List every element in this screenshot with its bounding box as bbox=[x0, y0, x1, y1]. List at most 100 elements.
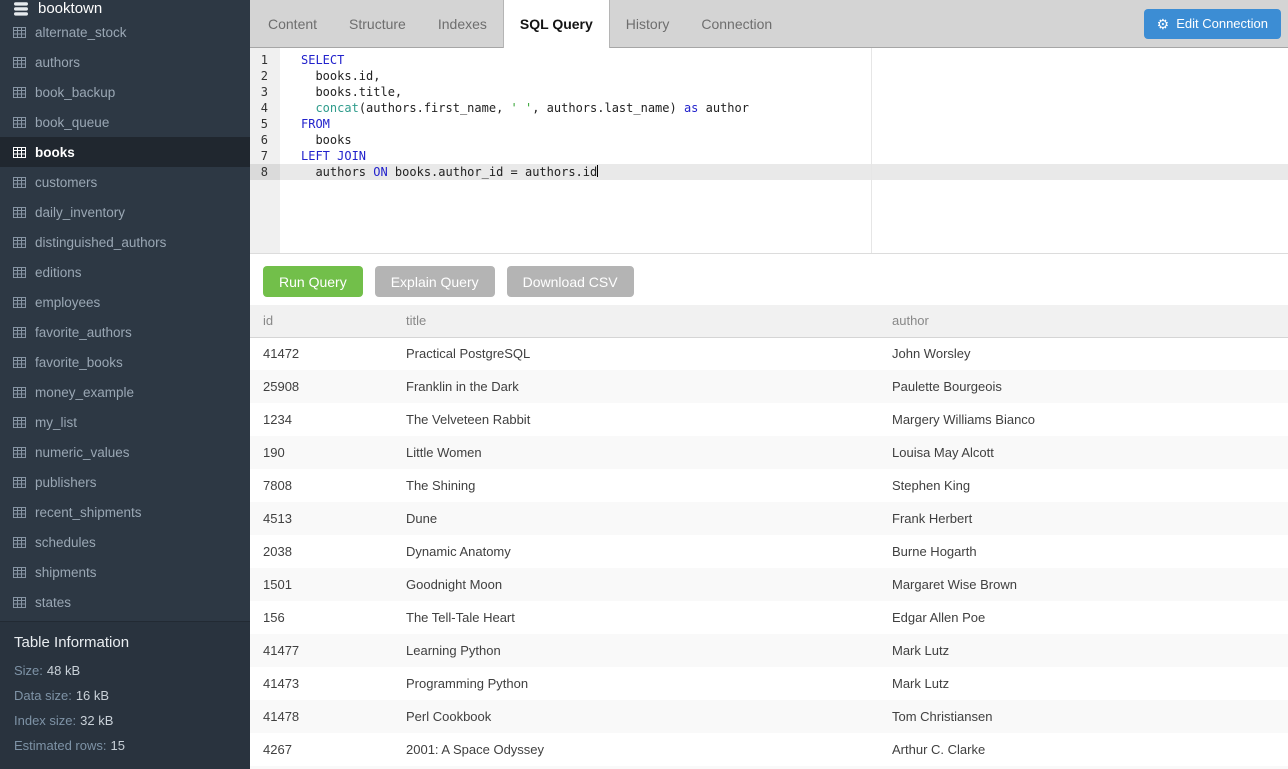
table-name: editions bbox=[35, 265, 82, 280]
table-row[interactable]: 41472Practical PostgreSQLJohn Worsley bbox=[250, 337, 1288, 370]
table-row[interactable]: 41477Learning PythonMark Lutz bbox=[250, 634, 1288, 667]
table-name: favorite_authors bbox=[35, 325, 132, 340]
table-row[interactable]: 7808The ShiningStephen King bbox=[250, 469, 1288, 502]
table-name: states bbox=[35, 595, 71, 610]
gear-icon: ⚙ bbox=[1157, 17, 1170, 31]
results-table: id title author 41472Practical PostgreSQ… bbox=[250, 305, 1288, 769]
line-number: 3 bbox=[250, 84, 280, 100]
code-line: LEFT JOIN bbox=[280, 148, 1288, 164]
tab-content[interactable]: Content bbox=[252, 0, 333, 47]
table-information-panel: Table Information Size:48 kB Data size:1… bbox=[0, 621, 250, 769]
editor-gutter: 1 2 3 4 5 6 7 8 bbox=[250, 48, 280, 253]
line-number: 2 bbox=[250, 68, 280, 84]
table-name: numeric_values bbox=[35, 445, 130, 460]
table-name: alternate_stock bbox=[35, 25, 127, 40]
table-row[interactable]: 1234The Velveteen RabbitMargery Williams… bbox=[250, 403, 1288, 436]
code-line: books.id, bbox=[280, 68, 1288, 84]
sidebar-item-customers[interactable]: customers bbox=[0, 167, 250, 197]
sidebar-item-recent_shipments[interactable]: recent_shipments bbox=[0, 497, 250, 527]
table-icon bbox=[13, 447, 26, 458]
table-icon bbox=[13, 567, 26, 578]
table-row[interactable]: 156The Tell-Tale HeartEdgar Allen Poe bbox=[250, 601, 1288, 634]
table-icon bbox=[13, 477, 26, 488]
sidebar-item-alternate_stock[interactable]: alternate_stock bbox=[0, 17, 250, 47]
table-name: book_queue bbox=[35, 115, 109, 130]
explain-query-button[interactable]: Explain Query bbox=[375, 266, 495, 297]
table-icon bbox=[13, 87, 26, 98]
table-row[interactable]: 1501Goodnight MoonMargaret Wise Brown bbox=[250, 568, 1288, 601]
sidebar-item-books[interactable]: books bbox=[0, 137, 250, 167]
column-header-title[interactable]: title bbox=[393, 305, 879, 337]
table-icon bbox=[13, 507, 26, 518]
edit-connection-button[interactable]: ⚙ Edit Connection bbox=[1144, 9, 1281, 39]
table-icon bbox=[13, 297, 26, 308]
tab-structure[interactable]: Structure bbox=[333, 0, 422, 47]
code-line: books bbox=[280, 132, 1288, 148]
stat-size: Size:48 kB bbox=[14, 663, 236, 678]
line-number: 6 bbox=[250, 132, 280, 148]
table-name: favorite_books bbox=[35, 355, 123, 370]
sidebar-item-favorite_books[interactable]: favorite_books bbox=[0, 347, 250, 377]
table-row[interactable]: 4513DuneFrank Herbert bbox=[250, 502, 1288, 535]
table-information-title: Table Information bbox=[14, 634, 236, 651]
sidebar-item-my_list[interactable]: my_list bbox=[0, 407, 250, 437]
table-icon bbox=[13, 27, 26, 38]
sidebar-item-authors[interactable]: authors bbox=[0, 47, 250, 77]
table-name: shipments bbox=[35, 565, 97, 580]
code-line: concat(authors.first_name, ' ', authors.… bbox=[280, 100, 1288, 116]
table-row[interactable]: 41478Perl CookbookTom Christiansen bbox=[250, 700, 1288, 733]
sidebar-item-states[interactable]: states bbox=[0, 587, 250, 617]
download-csv-button[interactable]: Download CSV bbox=[507, 266, 634, 297]
table-row[interactable]: 190Little WomenLouisa May Alcott bbox=[250, 436, 1288, 469]
run-query-button[interactable]: Run Query bbox=[263, 266, 363, 297]
tables-list: alternate_stock authors book_backup book… bbox=[0, 17, 250, 617]
code-line: books.title, bbox=[280, 84, 1288, 100]
table-row[interactable]: 41473Programming PythonMark Lutz bbox=[250, 667, 1288, 700]
column-header-author[interactable]: author bbox=[879, 305, 1288, 337]
sidebar-item-employees[interactable]: employees bbox=[0, 287, 250, 317]
sidebar-item-book_backup[interactable]: book_backup bbox=[0, 77, 250, 107]
edit-connection-label: Edit Connection bbox=[1176, 16, 1268, 31]
sidebar-item-daily_inventory[interactable]: daily_inventory bbox=[0, 197, 250, 227]
table-icon bbox=[13, 417, 26, 428]
sidebar-item-distinguished_authors[interactable]: distinguished_authors bbox=[0, 227, 250, 257]
sidebar-item-editions[interactable]: editions bbox=[0, 257, 250, 287]
table-name: distinguished_authors bbox=[35, 235, 166, 250]
table-icon bbox=[13, 117, 26, 128]
table-name: book_backup bbox=[35, 85, 115, 100]
database-selector[interactable]: booktown bbox=[0, 0, 250, 17]
stat-data-size: Data size:16 kB bbox=[14, 688, 236, 703]
sidebar-item-book_queue[interactable]: book_queue bbox=[0, 107, 250, 137]
results-panel: id title author 41472Practical PostgreSQ… bbox=[250, 305, 1288, 769]
sql-editor[interactable]: 1 2 3 4 5 6 7 8 SELECT books.id, books.t… bbox=[250, 48, 1288, 254]
sidebar-item-numeric_values[interactable]: numeric_values bbox=[0, 437, 250, 467]
app-window: booktown alternate_stock authors book_ba… bbox=[0, 0, 1288, 769]
tab-indexes[interactable]: Indexes bbox=[422, 0, 503, 47]
table-row[interactable]: 25908Franklin in the DarkPaulette Bourge… bbox=[250, 370, 1288, 403]
line-number: 7 bbox=[250, 148, 280, 164]
table-name: books bbox=[35, 145, 75, 160]
sidebar-item-publishers[interactable]: publishers bbox=[0, 467, 250, 497]
table-icon bbox=[13, 597, 26, 608]
table-name: money_example bbox=[35, 385, 134, 400]
table-name: authors bbox=[35, 55, 80, 70]
tab-sql-query[interactable]: SQL Query bbox=[503, 0, 610, 48]
sidebar-item-favorite_authors[interactable]: favorite_authors bbox=[0, 317, 250, 347]
sidebar-item-shipments[interactable]: shipments bbox=[0, 557, 250, 587]
table-icon bbox=[13, 177, 26, 188]
text-cursor bbox=[597, 165, 598, 177]
column-header-id[interactable]: id bbox=[250, 305, 393, 337]
table-icon bbox=[13, 387, 26, 398]
tab-connection[interactable]: Connection bbox=[685, 0, 788, 47]
tab-history[interactable]: History bbox=[610, 0, 686, 47]
code-line: FROM bbox=[280, 116, 1288, 132]
main-panel: Content Structure Indexes SQL Query Hist… bbox=[250, 0, 1288, 769]
table-row[interactable]: 2038Dynamic AnatomyBurne Hogarth bbox=[250, 535, 1288, 568]
sidebar-item-money_example[interactable]: money_example bbox=[0, 377, 250, 407]
query-actions: Run Query Explain Query Download CSV bbox=[250, 254, 1288, 305]
editor-code: SELECT books.id, books.title, concat(aut… bbox=[280, 48, 1288, 253]
sidebar-item-schedules[interactable]: schedules bbox=[0, 527, 250, 557]
table-icon bbox=[13, 357, 26, 368]
table-row[interactable]: 42672001: A Space OdysseyArthur C. Clark… bbox=[250, 733, 1288, 766]
table-name: customers bbox=[35, 175, 97, 190]
